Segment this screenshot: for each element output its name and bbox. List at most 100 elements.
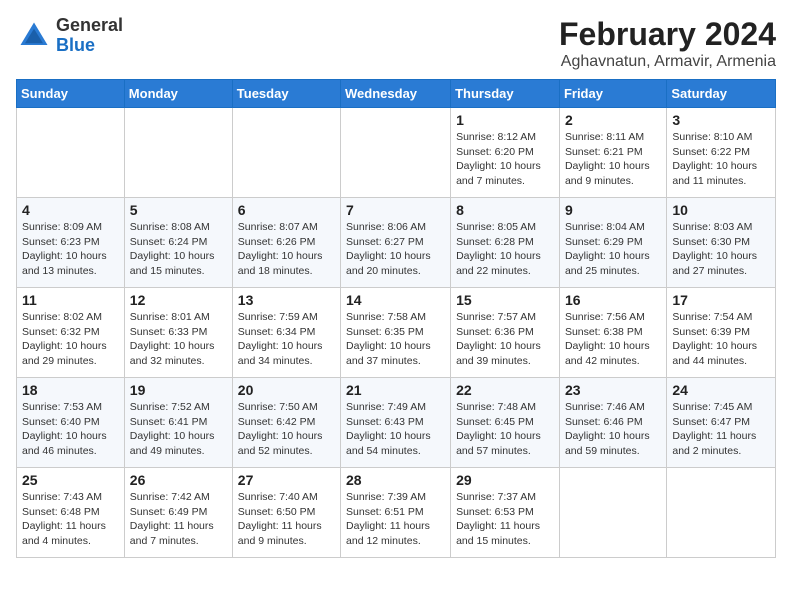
day-of-week-header: Saturday	[667, 80, 776, 108]
day-number: 10	[672, 202, 770, 218]
day-number: 18	[22, 382, 119, 398]
day-info: Sunrise: 7:46 AM Sunset: 6:46 PM Dayligh…	[565, 400, 661, 459]
day-number: 13	[238, 292, 335, 308]
day-info: Sunrise: 7:42 AM Sunset: 6:49 PM Dayligh…	[130, 490, 227, 549]
day-number: 21	[346, 382, 445, 398]
day-info: Sunrise: 8:10 AM Sunset: 6:22 PM Dayligh…	[672, 130, 770, 189]
day-number: 22	[456, 382, 554, 398]
day-info: Sunrise: 7:58 AM Sunset: 6:35 PM Dayligh…	[346, 310, 445, 369]
calendar-header-row: SundayMondayTuesdayWednesdayThursdayFrid…	[17, 80, 776, 108]
calendar-cell: 9Sunrise: 8:04 AM Sunset: 6:29 PM Daylig…	[559, 198, 666, 288]
day-info: Sunrise: 8:09 AM Sunset: 6:23 PM Dayligh…	[22, 220, 119, 279]
day-info: Sunrise: 8:01 AM Sunset: 6:33 PM Dayligh…	[130, 310, 227, 369]
day-number: 7	[346, 202, 445, 218]
calendar-cell: 27 Sunrise: 7:40 AM Sunset: 6:50 PM Dayli…	[232, 468, 340, 558]
calendar-cell: 22 Sunrise: 7:48 AM Sunset: 6:45 PM Dayli…	[451, 378, 560, 468]
day-of-week-header: Sunday	[17, 80, 125, 108]
day-of-week-header: Friday	[559, 80, 666, 108]
day-number: 16	[565, 292, 661, 308]
logo-icon	[16, 18, 52, 54]
day-number: 6	[238, 202, 335, 218]
day-number: 25	[22, 472, 119, 488]
calendar-cell: 3 Sunrise: 8:10 AM Sunset: 6:22 PM Daylig…	[667, 108, 776, 198]
calendar-cell: 21 Sunrise: 7:49 AM Sunset: 6:43 PM Dayli…	[341, 378, 451, 468]
calendar-cell: 17Sunrise: 7:54 AM Sunset: 6:39 PM Dayli…	[667, 288, 776, 378]
day-info: Sunrise: 8:02 AM Sunset: 6:32 PM Dayligh…	[22, 310, 119, 369]
day-info: Sunrise: 7:40 AM Sunset: 6:50 PM Dayligh…	[238, 490, 335, 549]
day-number: 4	[22, 202, 119, 218]
calendar-table: SundayMondayTuesdayWednesdayThursdayFrid…	[16, 79, 776, 558]
calendar-cell: 19 Sunrise: 7:52 AM Sunset: 6:41 PM Dayli…	[124, 378, 232, 468]
logo-text: General Blue	[56, 16, 123, 56]
page-header: General Blue February 2024 Aghavnatun, A…	[16, 16, 776, 71]
calendar-week-row: 18 Sunrise: 7:53 AM Sunset: 6:40 PM Dayli…	[17, 378, 776, 468]
calendar-cell: 6Sunrise: 8:07 AM Sunset: 6:26 PM Daylig…	[232, 198, 340, 288]
day-number: 1	[456, 112, 554, 128]
day-info: Sunrise: 7:50 AM Sunset: 6:42 PM Dayligh…	[238, 400, 335, 459]
calendar-cell: 24 Sunrise: 7:45 AM Sunset: 6:47 PM Dayli…	[667, 378, 776, 468]
calendar-cell: 26 Sunrise: 7:42 AM Sunset: 6:49 PM Dayli…	[124, 468, 232, 558]
day-info: Sunrise: 8:11 AM Sunset: 6:21 PM Dayligh…	[565, 130, 661, 189]
title-area: February 2024 Aghavnatun, Armavir, Armen…	[559, 16, 776, 71]
logo-blue-text: Blue	[56, 36, 123, 56]
day-number: 19	[130, 382, 227, 398]
day-number: 27	[238, 472, 335, 488]
calendar-cell: 12 Sunrise: 8:01 AM Sunset: 6:33 PM Dayli…	[124, 288, 232, 378]
calendar-cell: 10 Sunrise: 8:03 AM Sunset: 6:30 PM Dayli…	[667, 198, 776, 288]
day-number: 28	[346, 472, 445, 488]
day-of-week-header: Wednesday	[341, 80, 451, 108]
calendar-cell: 5Sunrise: 8:08 AM Sunset: 6:24 PM Daylig…	[124, 198, 232, 288]
calendar-cell: 16 Sunrise: 7:56 AM Sunset: 6:38 PM Dayli…	[559, 288, 666, 378]
day-number: 23	[565, 382, 661, 398]
day-number: 3	[672, 112, 770, 128]
logo-general-text: General	[56, 16, 123, 36]
day-info: Sunrise: 7:56 AM Sunset: 6:38 PM Dayligh…	[565, 310, 661, 369]
day-info: Sunrise: 8:12 AM Sunset: 6:20 PM Dayligh…	[456, 130, 554, 189]
day-number: 26	[130, 472, 227, 488]
day-number: 24	[672, 382, 770, 398]
calendar-cell: 28 Sunrise: 7:39 AM Sunset: 6:51 PM Dayli…	[341, 468, 451, 558]
day-number: 15	[456, 292, 554, 308]
calendar-cell: 7 Sunrise: 8:06 AM Sunset: 6:27 PM Daylig…	[341, 198, 451, 288]
day-info: Sunrise: 8:06 AM Sunset: 6:27 PM Dayligh…	[346, 220, 445, 279]
day-number: 9	[565, 202, 661, 218]
calendar-cell	[17, 108, 125, 198]
day-number: 20	[238, 382, 335, 398]
calendar-cell: 11Sunrise: 8:02 AM Sunset: 6:32 PM Dayli…	[17, 288, 125, 378]
calendar-cell: 20 Sunrise: 7:50 AM Sunset: 6:42 PM Dayli…	[232, 378, 340, 468]
calendar-cell: 8 Sunrise: 8:05 AM Sunset: 6:28 PM Daylig…	[451, 198, 560, 288]
day-number: 8	[456, 202, 554, 218]
calendar-cell	[341, 108, 451, 198]
calendar-cell: 29 Sunrise: 7:37 AM Sunset: 6:53 PM Dayli…	[451, 468, 560, 558]
day-number: 2	[565, 112, 661, 128]
day-info: Sunrise: 7:48 AM Sunset: 6:45 PM Dayligh…	[456, 400, 554, 459]
calendar-cell	[667, 468, 776, 558]
day-info: Sunrise: 8:05 AM Sunset: 6:28 PM Dayligh…	[456, 220, 554, 279]
day-number: 12	[130, 292, 227, 308]
day-info: Sunrise: 7:49 AM Sunset: 6:43 PM Dayligh…	[346, 400, 445, 459]
calendar-cell: 13Sunrise: 7:59 AM Sunset: 6:34 PM Dayli…	[232, 288, 340, 378]
calendar-cell: 4 Sunrise: 8:09 AM Sunset: 6:23 PM Daylig…	[17, 198, 125, 288]
day-of-week-header: Tuesday	[232, 80, 340, 108]
month-title: February 2024	[559, 16, 776, 53]
day-info: Sunrise: 7:52 AM Sunset: 6:41 PM Dayligh…	[130, 400, 227, 459]
calendar-week-row: 11Sunrise: 8:02 AM Sunset: 6:32 PM Dayli…	[17, 288, 776, 378]
day-info: Sunrise: 7:53 AM Sunset: 6:40 PM Dayligh…	[22, 400, 119, 459]
day-info: Sunrise: 7:39 AM Sunset: 6:51 PM Dayligh…	[346, 490, 445, 549]
day-info: Sunrise: 7:45 AM Sunset: 6:47 PM Dayligh…	[672, 400, 770, 459]
day-info: Sunrise: 7:57 AM Sunset: 6:36 PM Dayligh…	[456, 310, 554, 369]
calendar-cell: 15 Sunrise: 7:57 AM Sunset: 6:36 PM Dayli…	[451, 288, 560, 378]
calendar-cell: 25 Sunrise: 7:43 AM Sunset: 6:48 PM Dayli…	[17, 468, 125, 558]
calendar-cell: 1 Sunrise: 8:12 AM Sunset: 6:20 PM Daylig…	[451, 108, 560, 198]
calendar-cell	[124, 108, 232, 198]
day-info: Sunrise: 7:54 AM Sunset: 6:39 PM Dayligh…	[672, 310, 770, 369]
day-info: Sunrise: 7:43 AM Sunset: 6:48 PM Dayligh…	[22, 490, 119, 549]
calendar-week-row: 1 Sunrise: 8:12 AM Sunset: 6:20 PM Daylig…	[17, 108, 776, 198]
calendar-cell: 23 Sunrise: 7:46 AM Sunset: 6:46 PM Dayli…	[559, 378, 666, 468]
day-info: Sunrise: 8:03 AM Sunset: 6:30 PM Dayligh…	[672, 220, 770, 279]
day-number: 29	[456, 472, 554, 488]
calendar-week-row: 4 Sunrise: 8:09 AM Sunset: 6:23 PM Daylig…	[17, 198, 776, 288]
day-number: 14	[346, 292, 445, 308]
location-title: Aghavnatun, Armavir, Armenia	[559, 53, 776, 71]
day-info: Sunrise: 7:37 AM Sunset: 6:53 PM Dayligh…	[456, 490, 554, 549]
